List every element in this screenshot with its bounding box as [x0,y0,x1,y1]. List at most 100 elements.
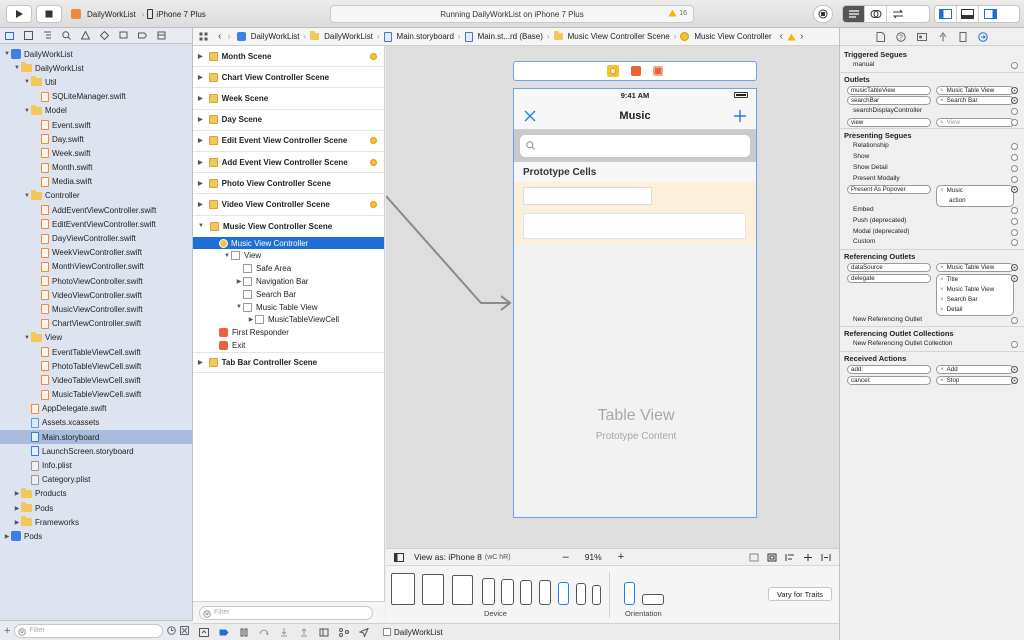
connection-circle[interactable] [1011,239,1018,247]
inspector-toggle[interactable] [979,6,1001,22]
outline-scene[interactable]: ▶ Week Scene [193,88,384,110]
jump-crumb-file[interactable]: Main.storyboard [383,31,454,42]
warning-icon[interactable] [787,33,796,41]
attributes-icon[interactable] [938,31,948,42]
standard-editor-button[interactable] [843,6,865,22]
folder-tab-icon[interactable] [5,31,14,40]
navigator-item[interactable]: ▼ Controller [0,189,192,203]
update-frames-icon[interactable] [749,553,759,562]
navigator-item[interactable]: Day.swift [0,132,192,146]
library-button[interactable] [813,5,833,23]
outlet-target-pill[interactable]: Music Table View [936,85,1014,95]
disclosure-open-icon[interactable]: ▼ [3,51,11,57]
disclosure-closed-icon[interactable]: ▶ [198,137,203,144]
add-icon[interactable]: + [4,625,10,637]
connection-circle[interactable] [1011,228,1018,236]
editor-mode-segment[interactable] [842,5,930,23]
forward-icon[interactable]: › [227,31,230,42]
navigator-item[interactable]: MusicTableViewCell.swift [0,388,192,402]
pin-icon[interactable] [803,553,813,562]
connection-circle[interactable] [1011,108,1018,116]
navigator-item[interactable]: Info.plist [0,458,192,472]
connection-circle[interactable] [1011,263,1018,271]
disclosure-icon[interactable]: ▼ [223,253,231,259]
navigator-item[interactable]: ▶ Pods [0,529,192,543]
outlet-target-pill[interactable]: Music Table View [936,262,1014,272]
navigator-toggle[interactable] [935,6,957,22]
navigator-filter-input[interactable]: Filter [14,623,163,638]
disclosure-open-icon[interactable]: ▼ [23,79,31,85]
test-icon[interactable] [100,31,109,40]
outline-item[interactable]: Safe Area [193,262,384,275]
debug-icon[interactable] [119,31,128,40]
iphone-8-plus-icon[interactable] [501,579,514,605]
segue-target-box[interactable]: Musicaction [936,185,1014,208]
outlet-name-pill[interactable]: delegate [847,273,931,283]
outlet-name-pill[interactable]: searchBar [847,96,931,106]
navigator-item[interactable]: Month.swift [0,161,192,175]
debug-toggle[interactable] [957,6,979,22]
hide-debug-icon[interactable] [199,627,209,637]
stop-button[interactable] [36,5,62,23]
exit-icon[interactable] [653,66,663,76]
jump-crumb-base[interactable]: Main.st...rd (Base) [464,31,543,42]
vary-for-traits-button[interactable]: Vary for Traits [768,587,832,601]
connection-circle[interactable] [1011,207,1018,215]
connection-circle[interactable] [1011,366,1018,373]
outline-scene[interactable]: ▶ Tab Bar Controller Scene [193,351,384,374]
navigator-item[interactable]: AddEventViewController.swift [0,203,192,217]
jump-crumb-controller[interactable]: Music View Controller [680,32,772,41]
report-icon[interactable] [157,31,166,40]
iphone-se-icon[interactable] [576,583,586,605]
ipad-pro-10-icon[interactable] [422,574,444,605]
navigator-item[interactable]: VideoViewController.swift [0,288,192,302]
view-hierarchy-icon[interactable] [319,628,329,637]
help-icon[interactable]: ? [896,31,906,42]
outline-scene[interactable]: ▼ Music View Controller Scene [193,216,384,237]
disclosure-open-icon[interactable]: ▼ [13,65,21,71]
outlet-name-pill[interactable]: musicTableView [847,85,931,95]
ipad-icon[interactable] [452,575,473,605]
connection-circle[interactable] [1011,143,1018,151]
panels-segment[interactable] [934,5,1020,23]
breakpoints-icon[interactable] [219,628,229,637]
navigator-item[interactable]: ▶ Products [0,487,192,501]
outline-scene[interactable]: ▶ Add Event View Controller Scene [193,152,384,174]
source-control-icon[interactable] [24,31,33,40]
jump-crumb-project[interactable]: DailyWorkList [236,32,299,41]
navigator-item[interactable]: ▼ DailyWorkList [0,61,192,75]
view-controller-icon[interactable] [607,65,619,77]
navigator-item[interactable]: SQLiteManager.swift [0,90,192,104]
disclosure-icon[interactable]: ▶ [235,278,243,285]
disclosure-closed-icon[interactable]: ▶ [3,533,11,540]
close-icon[interactable] [524,110,536,122]
navigator-item[interactable]: EventTableViewCell.swift [0,345,192,359]
recent-icon[interactable] [167,626,176,635]
outlet-target-pill[interactable]: Search Bar [936,96,1014,106]
outlet-target-pill[interactable]: Add [936,365,1014,374]
step-out-icon[interactable] [299,627,309,637]
navigator-item[interactable]: PhotoTableViewCell.swift [0,359,192,373]
navigator-item[interactable]: Event.swift [0,118,192,132]
navigator-item[interactable]: DayViewController.swift [0,231,192,245]
disclosure-closed-icon[interactable]: ▶ [13,490,21,497]
breakpoint-icon[interactable] [138,31,147,40]
iphone-8-icon[interactable] [520,580,532,605]
search-field[interactable] [520,135,750,157]
navigator-item[interactable]: Main.storyboard [0,430,192,445]
connection-circle[interactable] [1011,274,1018,282]
step-into-icon[interactable] [279,627,289,637]
outlet-name-pill[interactable]: dataSource [847,262,931,272]
connection-circle[interactable] [1011,217,1018,225]
disclosure-closed-icon[interactable]: ▶ [198,116,203,123]
navigator-item[interactable]: ChartViewController.swift [0,317,192,331]
zoom-in-button[interactable]: + [618,551,624,563]
navigator-item[interactable]: ▼ View [0,331,192,345]
segue-pill[interactable]: Present As Popover [847,185,931,195]
navigator-item[interactable]: PhotoViewController.swift [0,274,192,288]
disclosure-closed-icon[interactable]: ▶ [13,505,21,512]
version-editor-button[interactable] [887,6,909,22]
sidebar-toggle-icon[interactable] [394,552,404,562]
navigator-item[interactable]: Assets.xcassets [0,416,192,430]
scm-filter-icon[interactable] [180,626,189,635]
